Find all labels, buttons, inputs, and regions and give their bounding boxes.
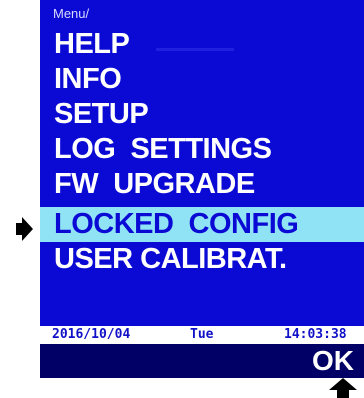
menu-item-fw-upgrade[interactable]: FW UPGRADE — [40, 167, 364, 202]
selection-pointer-arrow-icon — [22, 217, 33, 241]
menu-item-user-calibration[interactable]: USER CALIBRAT. — [40, 242, 364, 277]
menu-breadcrumb: Menu/ — [53, 6, 90, 21]
menu-item-log-settings[interactable]: LOG SETTINGS — [40, 132, 364, 167]
status-time: 14:03:38 — [284, 327, 347, 342]
menu-divider — [156, 48, 234, 51]
status-day: Tue — [190, 327, 214, 342]
ok-key-arrow-shaft — [337, 390, 349, 398]
menu-item-info[interactable]: INFO — [40, 62, 364, 97]
ok-softkey[interactable]: OK — [312, 346, 354, 376]
menu-item-setup[interactable]: SETUP — [40, 97, 364, 132]
device-screen: Menu/ HELP INFO SETUP LOG SETTINGS FW UP… — [40, 0, 364, 378]
menu-item-locked-config[interactable]: LOCKED CONFIG — [40, 207, 364, 242]
softkey-bar: OK — [40, 344, 364, 378]
ok-key-arrow-icon — [329, 378, 357, 390]
status-date: 2016/10/04 — [52, 327, 131, 342]
status-bar: 2016/10/04 Tue 14:03:38 — [40, 326, 364, 344]
menu-item-help[interactable]: HELP — [40, 27, 364, 62]
